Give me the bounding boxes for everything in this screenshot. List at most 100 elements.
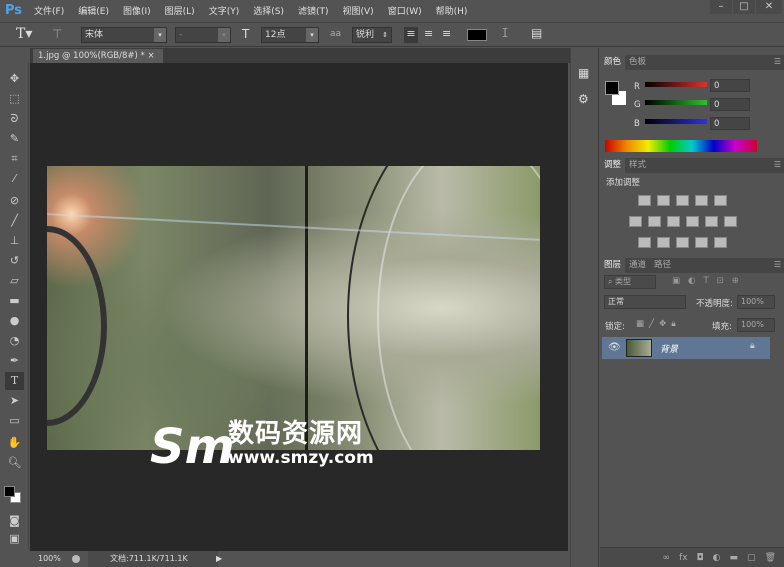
link-icon[interactable]: ∞	[663, 553, 671, 563]
menu-window[interactable]: 窗口(W)	[388, 4, 422, 17]
font-family-select[interactable]: 宋体 ▾	[81, 27, 167, 43]
vertical-type-icon[interactable]: ⊤	[52, 27, 62, 41]
menu-edit[interactable]: 编辑(E)	[78, 4, 109, 17]
layer-name[interactable]: 背景	[660, 342, 678, 355]
selective-color-icon[interactable]	[695, 237, 708, 248]
text-color-swatch[interactable]	[467, 29, 487, 41]
tab-paths[interactable]: 路径	[650, 258, 675, 273]
properties-panel-icon[interactable]: ⚙	[578, 92, 589, 106]
trash-icon[interactable]: 🗑︎	[765, 553, 776, 563]
warp-text-icon[interactable]: ⵊ	[502, 26, 508, 40]
menu-type[interactable]: 文字(Y)	[209, 4, 240, 17]
fx-icon[interactable]: fx	[679, 553, 688, 563]
blend-mode-select[interactable]: 正常	[604, 295, 686, 309]
document-tab[interactable]: 1.jpg @ 100%(RGB/8#) * ×	[33, 49, 163, 63]
font-size-select[interactable]: 12点 ▾	[261, 27, 319, 43]
tab-color[interactable]: 颜色	[600, 55, 626, 70]
brightness-icon[interactable]	[638, 195, 651, 206]
close-tab-icon[interactable]: ×	[147, 51, 154, 61]
dodge-tool-icon[interactable]: ◔	[5, 332, 24, 350]
align-right-icon[interactable]: ≡	[442, 27, 451, 40]
align-center-icon[interactable]: ≡	[424, 27, 433, 40]
green-value[interactable]: 0	[710, 98, 750, 111]
share-icon[interactable]	[72, 555, 80, 563]
crop-tool-icon[interactable]: ⌗	[5, 150, 24, 168]
menu-select[interactable]: 选择(S)	[253, 4, 284, 17]
layer-filter-icons[interactable]: ▣◐T⊡⊕	[672, 276, 747, 286]
lasso-tool-icon[interactable]: ᘐ	[5, 110, 24, 128]
type-tool-icon[interactable]: T	[5, 372, 24, 390]
panel-menu-icon[interactable]: ☰	[774, 260, 781, 269]
character-panel-icon[interactable]: ▤	[531, 26, 542, 40]
posterize-icon[interactable]	[657, 237, 670, 248]
panel-menu-icon[interactable]: ☰	[774, 57, 781, 66]
tab-styles[interactable]: 样式	[625, 158, 650, 173]
invert-icon[interactable]	[638, 237, 651, 248]
gradient-tool-icon[interactable]: ▬	[5, 292, 24, 310]
vibrance-icon[interactable]	[714, 195, 727, 206]
blur-tool-icon[interactable]: ●	[5, 312, 24, 330]
new-layer-icon[interactable]: ▢	[747, 553, 756, 563]
tab-swatches[interactable]: 色板	[625, 55, 650, 70]
quick-select-tool-icon[interactable]: ✎	[5, 130, 24, 148]
type-tool-icon[interactable]: T▾	[16, 26, 32, 42]
foreground-color-swatch[interactable]	[4, 486, 15, 497]
history-brush-icon[interactable]: ↺	[5, 252, 24, 270]
menu-filter[interactable]: 滤镜(T)	[298, 4, 329, 17]
levels-icon[interactable]	[657, 195, 670, 206]
photo-filter-icon[interactable]	[686, 216, 699, 227]
shape-tool-icon[interactable]: ▭	[5, 412, 24, 430]
path-select-icon[interactable]: ➤	[5, 392, 24, 410]
gradient-map-icon[interactable]	[714, 237, 727, 248]
hand-tool-icon[interactable]: ✋	[5, 434, 24, 452]
canvas-area[interactable]: Sm 数码资源网 www.smzy.com	[30, 63, 568, 551]
move-tool-icon[interactable]: ✥	[5, 70, 24, 88]
font-style-select[interactable]: - ▾	[175, 27, 231, 43]
red-slider[interactable]	[645, 82, 707, 87]
blue-value[interactable]: 0	[710, 117, 750, 130]
foreground-color-swatch[interactable]	[605, 81, 619, 95]
hue-saturation-icon[interactable]	[629, 216, 642, 227]
pen-tool-icon[interactable]: ✒	[5, 352, 24, 370]
antialias-select[interactable]: 锐利 ⇕	[352, 27, 392, 43]
quick-mask-icon[interactable]: ◙	[5, 512, 24, 530]
healing-tool-icon[interactable]: ⊘	[5, 192, 24, 210]
status-arrow-icon[interactable]: ▶	[216, 551, 222, 567]
blue-slider[interactable]	[645, 119, 707, 124]
color-lookup-icon[interactable]	[724, 216, 737, 227]
adjustment-layer-icon[interactable]: ◐	[713, 553, 721, 563]
minimize-button[interactable]: –	[710, 0, 732, 14]
green-slider[interactable]	[645, 100, 707, 105]
opacity-input[interactable]: 100%	[737, 295, 775, 309]
screen-mode-icon[interactable]: ▣	[5, 530, 24, 548]
history-panel-icon[interactable]: ▦	[578, 66, 589, 80]
tab-adjustments[interactable]: 调整	[600, 158, 626, 173]
mask-icon[interactable]: ◘	[697, 553, 704, 563]
stamp-tool-icon[interactable]: ⊥	[5, 232, 24, 250]
menu-file[interactable]: 文件(F)	[34, 4, 64, 17]
panel-menu-icon[interactable]: ☰	[774, 160, 781, 169]
menu-view[interactable]: 视图(V)	[343, 4, 374, 17]
align-left-icon[interactable]: ≡	[404, 27, 418, 43]
curves-icon[interactable]	[676, 195, 689, 206]
tab-layers[interactable]: 图层	[600, 258, 626, 273]
exposure-icon[interactable]	[695, 195, 708, 206]
eraser-tool-icon[interactable]: ▱	[5, 272, 24, 290]
lock-icons[interactable]: ▦╱✥🔒︎	[636, 319, 681, 329]
color-balance-icon[interactable]	[648, 216, 661, 227]
doc-size-info[interactable]: 文档:711.1K/711.1K	[88, 551, 218, 567]
eye-icon[interactable]: 👁︎	[608, 342, 621, 353]
menu-image[interactable]: 图像(I)	[123, 4, 151, 17]
tab-channels[interactable]: 通道	[625, 258, 650, 273]
black-white-icon[interactable]	[667, 216, 680, 227]
brush-tool-icon[interactable]: ╱	[5, 212, 24, 230]
marquee-tool-icon[interactable]: ⬚	[5, 90, 24, 108]
document-image[interactable]	[47, 166, 540, 450]
group-icon[interactable]: ▬	[730, 553, 739, 563]
color-spectrum[interactable]	[605, 140, 757, 152]
eyedropper-tool-icon[interactable]: ⁄	[5, 170, 24, 188]
layer-filter-select[interactable]: ⌕ 类型	[604, 275, 656, 289]
layer-row[interactable]: 👁︎ 背景 🔒︎	[602, 337, 770, 359]
fill-input[interactable]: 100%	[737, 318, 775, 332]
channel-mixer-icon[interactable]	[705, 216, 718, 227]
